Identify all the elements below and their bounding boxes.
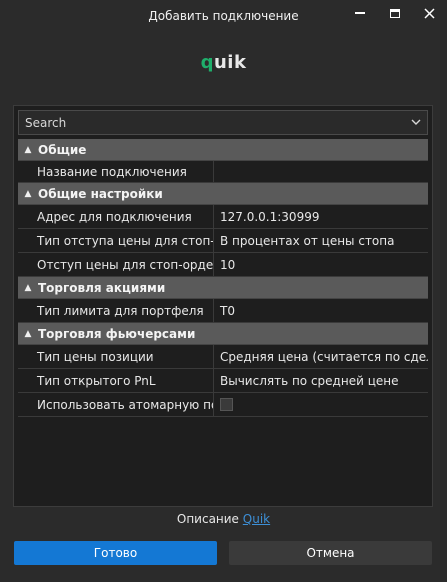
- property-name: Адрес для подключения: [34, 205, 214, 228]
- description-link[interactable]: Quik: [243, 512, 270, 526]
- atomic-checkbox[interactable]: [220, 398, 233, 411]
- cancel-button[interactable]: Отмена: [229, 541, 432, 565]
- row-gutter: [18, 369, 34, 392]
- collapse-triangle-icon[interactable]: ▲: [20, 283, 36, 293]
- category-futures[interactable]: ▲ Торговля фьючерсами: [18, 323, 428, 345]
- logo-rest: uik: [213, 52, 247, 73]
- property-row[interactable]: Тип открытого PnL Вычислять по средней ц…: [18, 369, 428, 393]
- properties-panel: Search ▲ Общие Название подключения ▲ Об…: [13, 105, 433, 507]
- minimize-button[interactable]: [342, 0, 378, 26]
- property-row[interactable]: Название подключения: [18, 161, 428, 183]
- title-bar: Добавить подключение: [0, 0, 447, 32]
- property-name: Отступ цены для стоп-ордера: [34, 253, 214, 276]
- property-name: Использовать атомарную подачу заявок: [34, 393, 214, 416]
- minimize-icon: [355, 12, 365, 14]
- stop-offset-value[interactable]: 10: [214, 253, 428, 276]
- row-gutter: [18, 253, 34, 276]
- collapse-triangle-icon[interactable]: ▲: [20, 189, 36, 199]
- close-icon: [423, 7, 435, 19]
- portfolio-limit-value[interactable]: T0: [214, 299, 428, 322]
- property-row[interactable]: Тип отступа цены для стоп-ордера В проце…: [18, 229, 428, 253]
- property-row[interactable]: Тип цены позиции Средняя цена (считается…: [18, 345, 428, 369]
- maximize-icon: [390, 8, 400, 18]
- collapse-triangle-icon[interactable]: ▲: [20, 329, 36, 339]
- logo-q: q: [200, 52, 214, 73]
- category-label: Общие: [38, 142, 87, 157]
- row-gutter: [18, 345, 34, 368]
- row-gutter: [18, 161, 34, 182]
- category-general-settings[interactable]: ▲ Общие настройки: [18, 183, 428, 205]
- open-pnl-value[interactable]: Вычислять по средней цене: [214, 369, 428, 392]
- category-label: Торговля фьючерсами: [38, 326, 196, 341]
- property-name: Тип цены позиции: [34, 345, 214, 368]
- close-button[interactable]: [411, 0, 447, 26]
- property-row[interactable]: Отступ цены для стоп-ордера 10: [18, 253, 428, 277]
- category-general[interactable]: ▲ Общие: [18, 139, 428, 161]
- connection-name-value[interactable]: [214, 161, 428, 182]
- maximize-button[interactable]: [377, 0, 413, 26]
- row-gutter: [18, 205, 34, 228]
- property-name: Тип лимита для портфеля: [34, 299, 214, 322]
- category-label: Торговля акциями: [38, 280, 166, 295]
- category-stocks[interactable]: ▲ Торговля акциями: [18, 277, 428, 299]
- address-value[interactable]: 127.0.0.1:30999: [214, 205, 428, 228]
- chevron-down-icon: [411, 119, 421, 125]
- row-gutter: [18, 393, 34, 416]
- property-name: Тип отступа цены для стоп-ордера: [34, 229, 214, 252]
- property-row[interactable]: Адрес для подключения 127.0.0.1:30999: [18, 205, 428, 229]
- row-gutter: [18, 229, 34, 252]
- done-button[interactable]: Готово: [14, 541, 217, 565]
- stop-offset-type-value[interactable]: В процентах от цены стопа: [214, 229, 428, 252]
- property-name: Тип открытого PnL: [34, 369, 214, 392]
- property-row[interactable]: Использовать атомарную подачу заявок: [18, 393, 428, 417]
- property-row[interactable]: Тип лимита для портфеля T0: [18, 299, 428, 323]
- search-value: Search: [25, 115, 67, 130]
- atomic-value[interactable]: [214, 393, 428, 416]
- position-price-value[interactable]: Средняя цена (считается по сделкам): [214, 345, 428, 368]
- row-gutter: [18, 299, 34, 322]
- description: Описание Quik: [0, 512, 447, 526]
- search-dropdown[interactable]: Search: [18, 110, 428, 135]
- property-grid: ▲ Общие Название подключения ▲ Общие нас…: [18, 139, 428, 465]
- quik-logo: quik: [0, 52, 447, 73]
- collapse-triangle-icon[interactable]: ▲: [20, 145, 36, 155]
- category-label: Общие настройки: [38, 186, 163, 201]
- description-prefix: Описание: [176, 512, 239, 526]
- property-name: Название подключения: [34, 161, 214, 182]
